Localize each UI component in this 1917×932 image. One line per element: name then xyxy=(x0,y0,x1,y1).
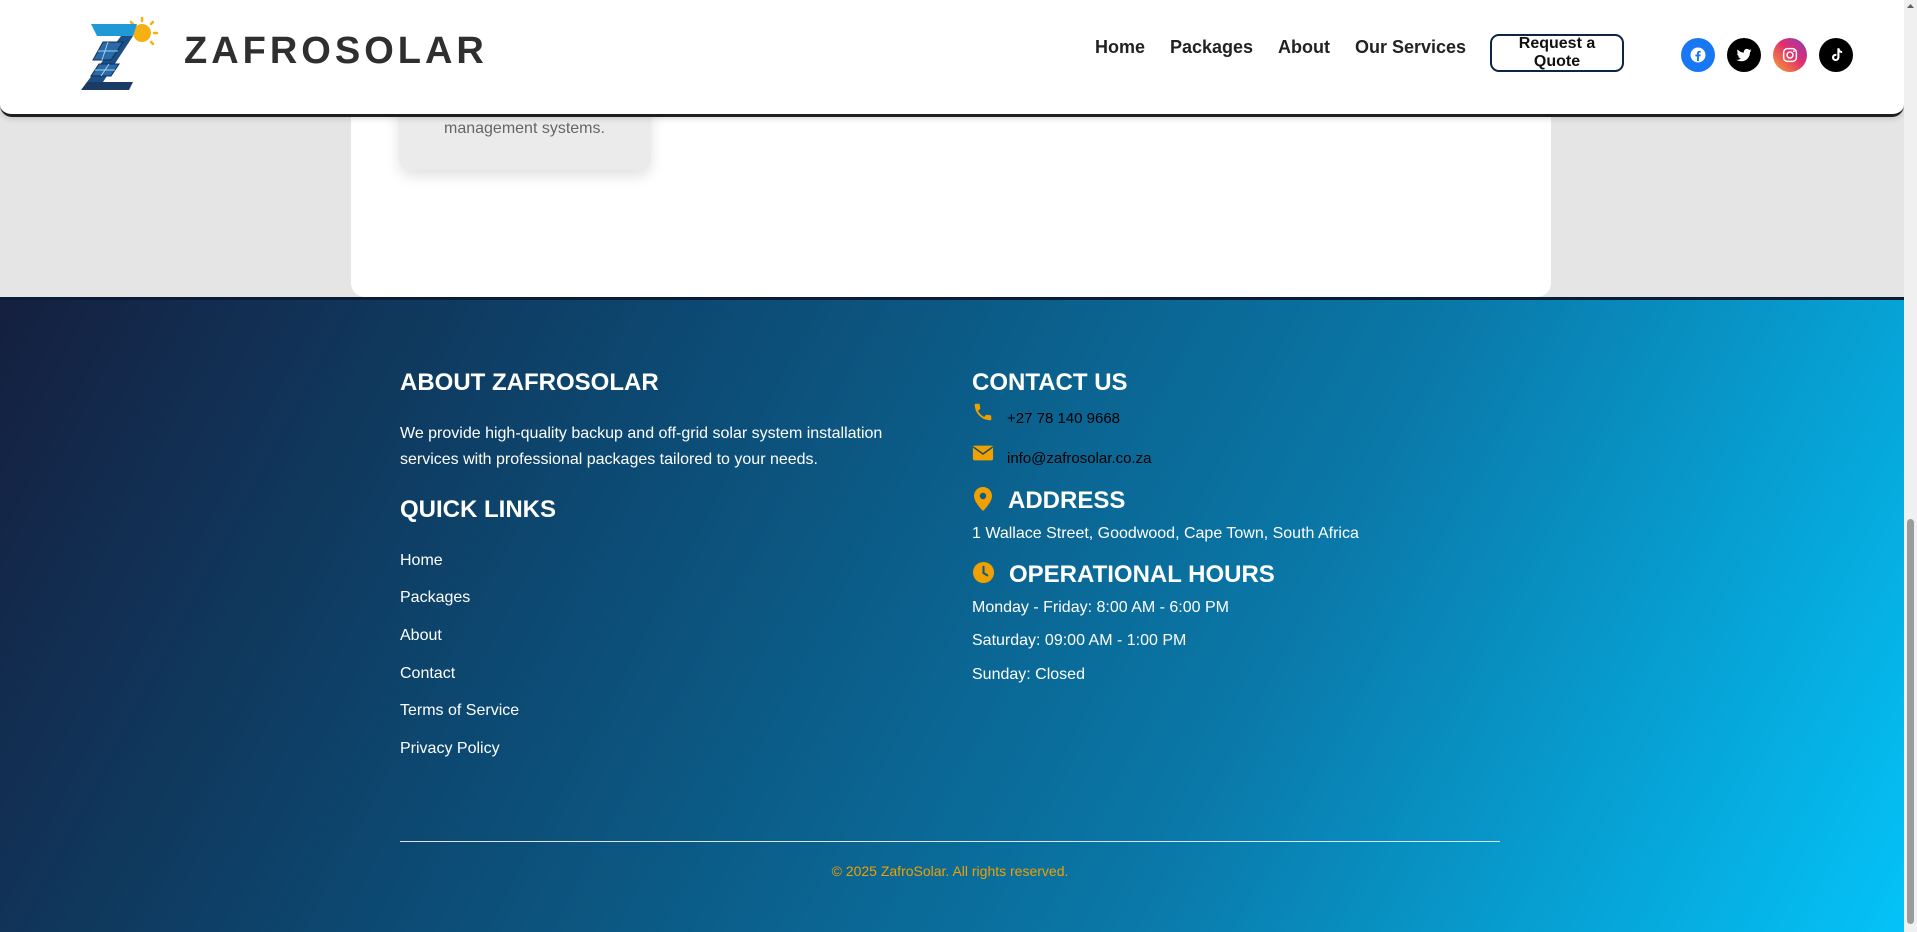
footer-link-about[interactable]: About xyxy=(400,627,442,645)
location-pin-icon xyxy=(974,487,992,511)
nav-our-services[interactable]: Our Services xyxy=(1355,37,1466,58)
quick-links-heading: QUICK LINKS xyxy=(400,496,556,523)
scrollbar-thumb[interactable] xyxy=(1907,519,1914,924)
service-card-description: management systems. xyxy=(444,120,605,137)
scroll-up-arrow-icon[interactable] xyxy=(1904,0,1917,12)
nav-home[interactable]: Home xyxy=(1095,37,1145,58)
tiktok-link[interactable] xyxy=(1819,38,1853,72)
nav-packages[interactable]: Packages xyxy=(1170,37,1253,58)
instagram-icon xyxy=(1782,47,1798,63)
footer-link-home[interactable]: Home xyxy=(400,552,443,570)
hours-heading: OPERATIONAL HOURS xyxy=(1009,561,1275,588)
hours-weekday: Monday - Friday: 8:00 AM - 6:00 PM xyxy=(972,599,1229,616)
contact-phone[interactable]: +27 78 140 9668 xyxy=(1007,410,1120,427)
email-icon xyxy=(972,445,994,461)
twitter-icon xyxy=(1736,48,1752,62)
zafrosolar-logo-icon[interactable] xyxy=(77,16,161,92)
facebook-link[interactable] xyxy=(1681,38,1715,72)
page-scrollbar[interactable] xyxy=(1904,0,1917,932)
contact-email[interactable]: info@zafrosolar.co.za xyxy=(1007,450,1151,467)
clock-icon xyxy=(972,561,995,584)
hours-saturday: Saturday: 09:00 AM - 1:00 PM xyxy=(972,632,1187,649)
facebook-icon xyxy=(1690,47,1706,63)
brand-name[interactable]: ZAFROSOLAR xyxy=(184,30,488,73)
instagram-link[interactable] xyxy=(1773,38,1807,72)
address-heading: ADDRESS xyxy=(1008,487,1126,514)
address-text: 1 Wallace Street, Goodwood, Cape Town, S… xyxy=(972,525,1359,542)
about-text: We provide high-quality backup and off-g… xyxy=(400,425,883,468)
tiktok-icon xyxy=(1832,48,1843,62)
request-quote-button[interactable]: Request a Quote xyxy=(1490,34,1624,72)
site-footer: ABOUT ZAFROSOLAR We provide high-quality… xyxy=(0,297,1904,932)
nav-about[interactable]: About xyxy=(1278,37,1330,58)
hours-sunday: Sunday: Closed xyxy=(972,666,1085,683)
about-heading: ABOUT ZAFROSOLAR xyxy=(400,369,659,396)
contact-heading: CONTACT US xyxy=(972,369,1128,396)
footer-divider xyxy=(400,841,1500,842)
copyright-text: © 2025 ZafroSolar. All rights reserved. xyxy=(831,863,1069,879)
footer-link-terms[interactable]: Terms of Service xyxy=(400,702,519,720)
site-header: ZAFROSOLAR Home Packages About Our Servi… xyxy=(0,0,1904,117)
footer-link-packages[interactable]: Packages xyxy=(400,589,470,607)
footer-link-contact[interactable]: Contact xyxy=(400,665,455,683)
twitter-link[interactable] xyxy=(1727,38,1761,72)
footer-link-privacy[interactable]: Privacy Policy xyxy=(400,740,500,758)
phone-icon xyxy=(974,403,992,421)
